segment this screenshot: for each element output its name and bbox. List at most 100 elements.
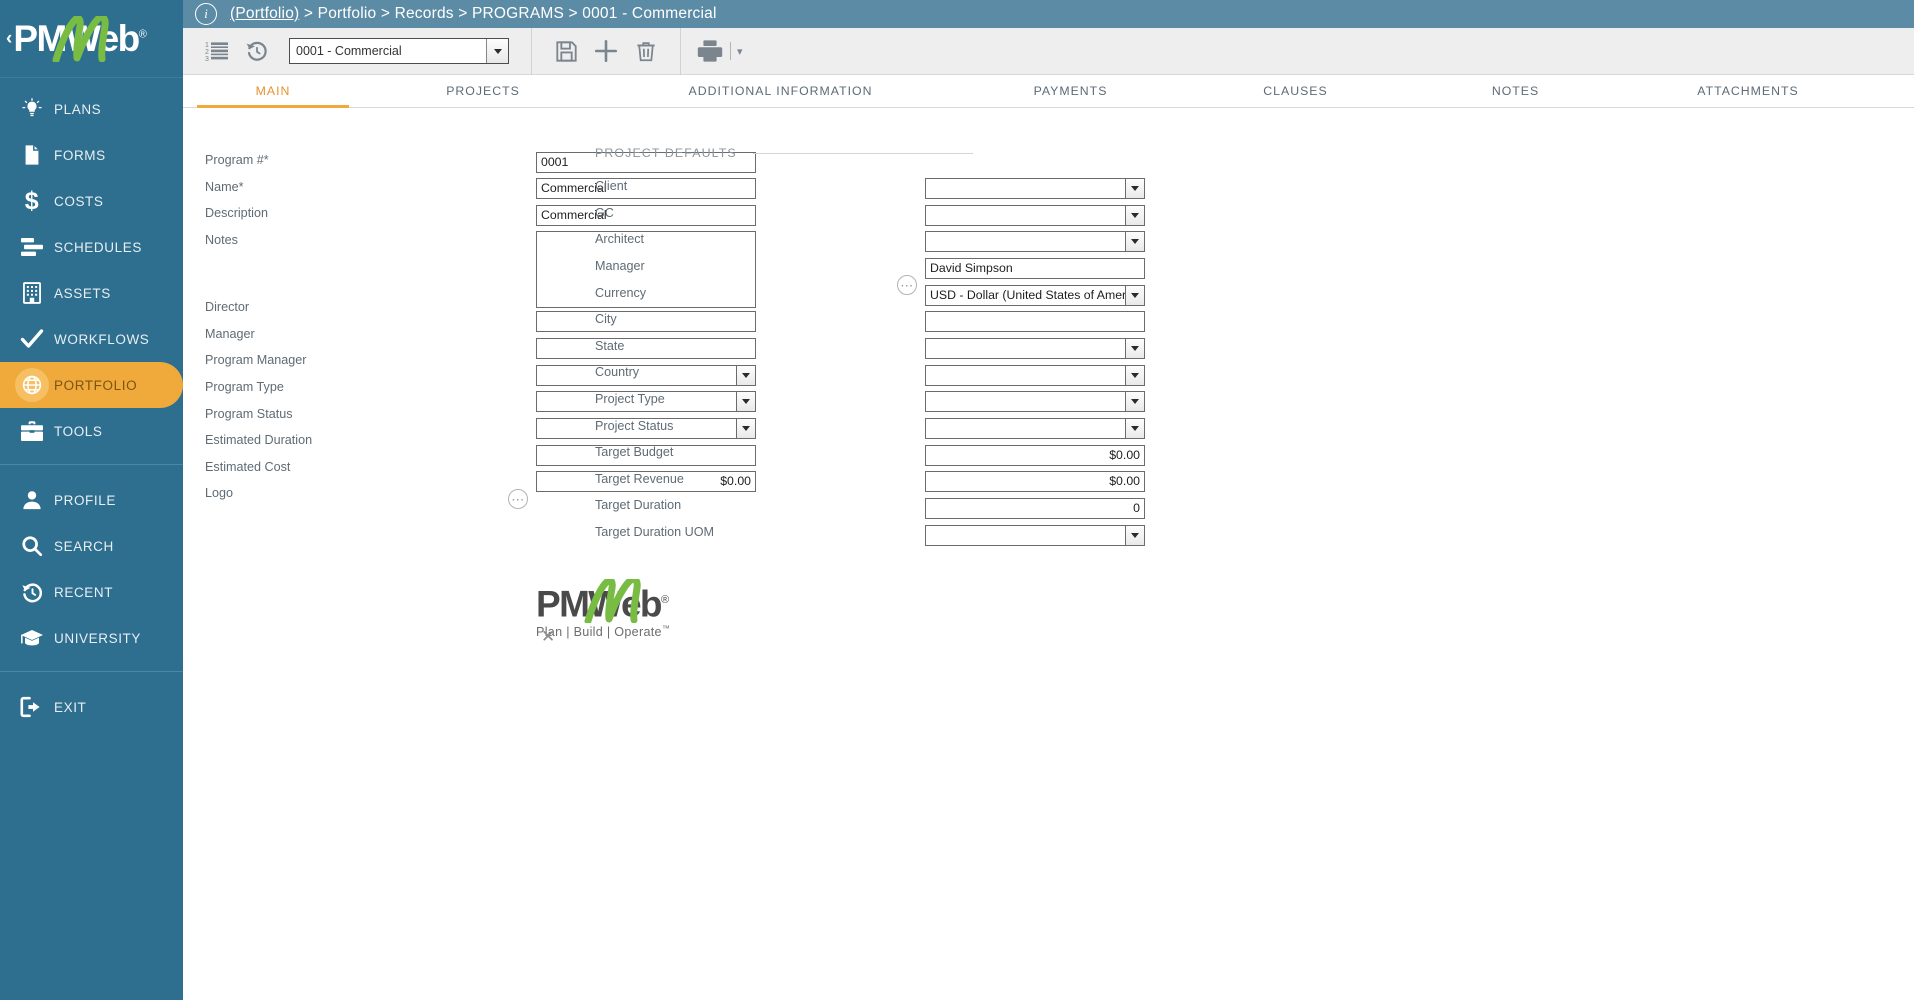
info-icon[interactable]: i [195,3,217,25]
history-icon[interactable] [237,31,277,71]
sidebar-item-schedules[interactable]: SCHEDULES [0,224,183,270]
default-manager-input[interactable]: David Simpson [925,258,1145,279]
field-label-country: Country [595,365,640,380]
tab-label: CLAUSES [1263,84,1328,98]
tab-label: NOTES [1491,84,1540,98]
dollar-icon: $ [24,186,40,215]
print-group: ▾ [695,31,743,71]
currency-select[interactable]: USD - Dollar (United States of Ameri [925,285,1145,306]
chevron-down-icon[interactable] [1125,206,1144,225]
sidebar-group-primary: PLANS FORMS $ COSTS SCHEDULES ASSETS WOR… [0,78,183,454]
tab-projects[interactable]: PROJECTS [363,75,603,107]
tab-label: ATTACHMENTS [1697,84,1799,98]
sidebar-item-recent[interactable]: RECENT [0,569,183,615]
field-label-default-manager: Manager [595,259,645,274]
gc-select[interactable] [925,205,1145,226]
field-label-city: City [595,312,617,327]
target-duration-uom-select[interactable] [925,525,1145,546]
sidebar-collapse-icon[interactable]: ‹ [6,29,12,48]
tab-attachments[interactable]: ATTACHMENTS [1623,75,1873,107]
tab-notes[interactable]: NOTES [1408,75,1623,107]
record-select[interactable]: 0001 - Commercial [289,38,509,64]
project-status-select[interactable] [925,418,1145,439]
sidebar-item-workflows[interactable]: WORKFLOWS [0,316,183,362]
logo-trademark-mark: ™ [661,624,671,634]
field-label-target-duration: Target Duration [595,498,682,513]
sidebar-item-label: RECENT [54,584,114,600]
breadcrumb-crumb[interactable]: Records [395,5,454,22]
field-label-description: Description [205,206,268,221]
logo-preview-wordmark: PMWeb® [536,579,761,623]
target-revenue-input[interactable]: $0.00 [925,471,1145,492]
city-input[interactable] [925,311,1145,332]
svg-text:3: 3 [205,56,209,62]
sidebar-item-forms[interactable]: FORMS [0,132,183,178]
field-label-program-number: Program #* [205,153,269,168]
chevron-down-icon[interactable] [1125,339,1144,358]
sidebar-item-label: ASSETS [54,285,111,301]
client-select[interactable] [925,178,1145,199]
logo-preview-swoosh-icon [584,579,641,623]
breadcrumb-trail: (Portfolio) > Portfolio > Records > PROG… [230,5,717,23]
print-button[interactable] [695,31,725,71]
delete-button[interactable] [626,31,666,71]
logo-preview-registered: ® [660,594,669,606]
currency-browse-button[interactable]: ⋯ [897,275,917,295]
sidebar: ‹ PMWeb® PLANS FORMS $ COSTS SCHEDULES A… [0,0,183,1000]
sidebar-item-profile[interactable]: PROFILE [0,477,183,523]
save-button[interactable] [546,31,586,71]
sidebar-item-assets[interactable]: ASSETS [0,270,183,316]
list-icon[interactable]: 123 [197,31,237,71]
architect-select[interactable] [925,231,1145,252]
tab-additional-information[interactable]: ADDITIONAL INFORMATION [603,75,958,107]
sidebar-item-university[interactable]: UNIVERSITY [0,615,183,661]
add-button[interactable] [586,31,626,71]
breadcrumb-crumb[interactable]: Portfolio [318,5,377,22]
sidebar-item-search[interactable]: SEARCH [0,523,183,569]
sidebar-item-label: FORMS [54,147,106,163]
print-divider [730,42,731,60]
magnifier-icon [10,535,54,557]
field-label-target-budget: Target Budget [595,445,674,460]
sidebar-item-exit[interactable]: EXIT [0,684,183,730]
target-duration-input[interactable]: 0 [925,498,1145,519]
sidebar-item-tools[interactable]: TOOLS [0,408,183,454]
currency-value: USD - Dollar (United States of Ameri [930,288,1129,302]
print-dropdown-icon[interactable]: ▾ [737,45,743,58]
svg-text:1: 1 [205,42,209,49]
project-type-select[interactable] [925,391,1145,412]
breadcrumb-crumb[interactable]: PROGRAMS [472,5,564,22]
sidebar-item-portfolio[interactable]: PORTFOLIO [0,362,183,408]
field-label-target-revenue: Target Revenue [595,471,684,486]
chevron-down-icon[interactable] [1125,232,1144,251]
sidebar-group-secondary: PROFILE SEARCH RECENT UNIVERSITY [0,469,183,661]
logo-preview: PMWeb® Plan | Build | Operate™ ✕ [536,579,761,656]
chevron-down-icon[interactable] [1125,526,1144,545]
brand-name: PMWeb [13,18,140,59]
field-label-project-status: Project Status [595,418,674,433]
app-logo[interactable]: ‹ PMWeb® [0,0,183,78]
state-select[interactable] [925,338,1145,359]
tab-clauses[interactable]: CLAUSES [1183,75,1408,107]
target-budget-input[interactable]: $0.00 [925,445,1145,466]
country-select[interactable] [925,365,1145,386]
chevron-down-icon[interactable] [1125,392,1144,411]
breadcrumb-root-link[interactable]: (Portfolio) [230,5,299,22]
chevron-down-icon[interactable] [1125,366,1144,385]
logo-browse-button[interactable]: ⋯ [508,489,528,509]
field-label-program-type: Program Type [205,380,284,395]
sidebar-item-plans[interactable]: PLANS [0,86,183,132]
building-icon [10,282,54,304]
sidebar-item-label: SEARCH [54,538,114,554]
chevron-down-icon[interactable] [1125,419,1144,438]
chevron-down-icon[interactable] [1125,286,1144,305]
sidebar-item-costs[interactable]: $ COSTS [0,178,183,224]
tab-payments[interactable]: PAYMENTS [958,75,1183,107]
field-label-estimated-duration: Estimated Duration [205,433,313,448]
remove-logo-icon[interactable]: ✕ [541,627,555,647]
main-region: i (Portfolio) > Portfolio > Records > PR… [183,0,1914,1000]
chevron-down-icon[interactable] [1125,179,1144,198]
tab-main[interactable]: MAIN [183,75,363,108]
toolbox-icon [10,420,54,442]
chevron-down-icon[interactable] [486,39,508,63]
